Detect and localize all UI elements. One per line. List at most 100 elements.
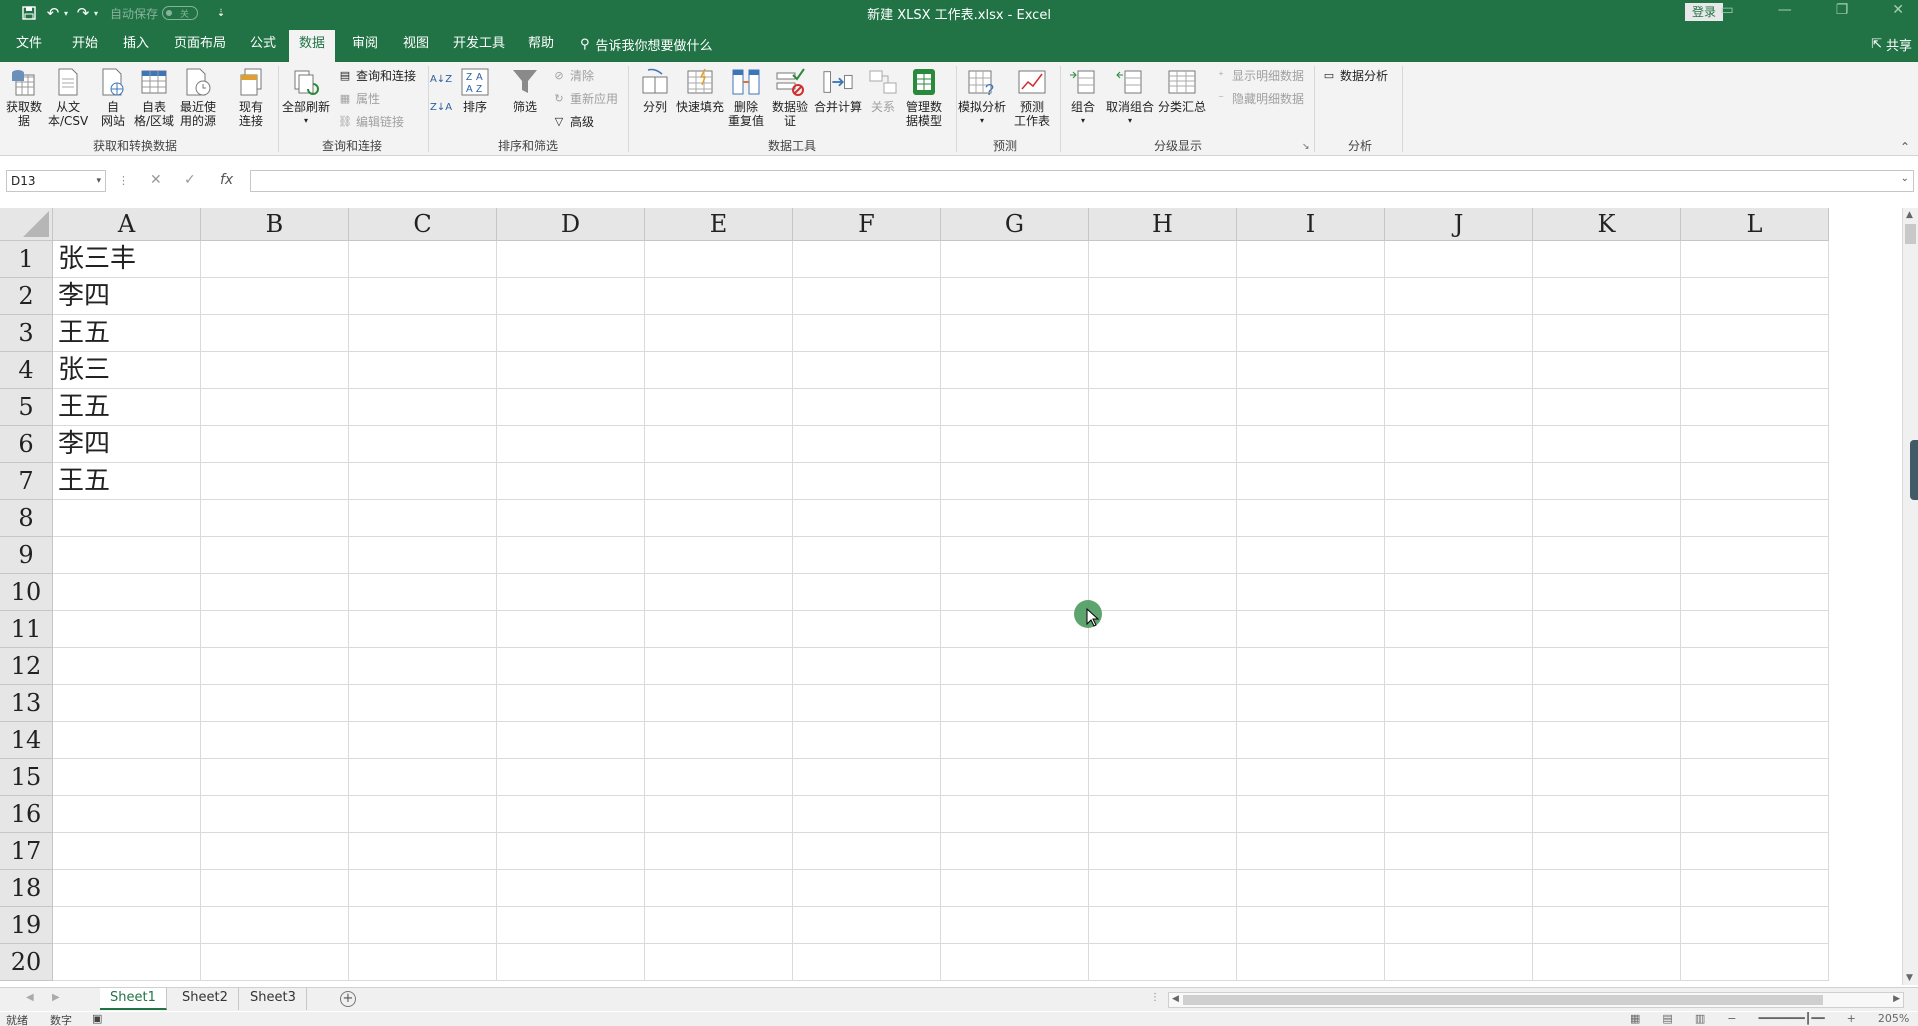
cell-E18[interactable] <box>645 870 793 907</box>
column-header[interactable]: K <box>1533 208 1681 241</box>
row-header[interactable]: 17 <box>0 833 53 870</box>
cell-E16[interactable] <box>645 796 793 833</box>
row-header[interactable]: 6 <box>0 426 53 463</box>
cell-F13[interactable] <box>793 685 941 722</box>
filter-button[interactable]: 筛选 <box>510 66 540 114</box>
data-validation-button[interactable]: 数据验 证 <box>772 66 808 128</box>
cell-A5[interactable]: 王五 <box>53 389 201 426</box>
cell-D7[interactable] <box>497 463 645 500</box>
cell-G5[interactable] <box>941 389 1089 426</box>
cell-F15[interactable] <box>793 759 941 796</box>
relationships-button[interactable]: 关系 <box>868 66 898 114</box>
ungroup-button[interactable]: 取消组合 ▾ <box>1106 66 1154 128</box>
row-header[interactable]: 10 <box>0 574 53 611</box>
cell-B13[interactable] <box>201 685 349 722</box>
cell-C5[interactable] <box>349 389 497 426</box>
cell-I20[interactable] <box>1237 944 1385 981</box>
cell-K5[interactable] <box>1533 389 1681 426</box>
cell-A14[interactable] <box>53 722 201 759</box>
cell-I4[interactable] <box>1237 352 1385 389</box>
cell-L20[interactable] <box>1681 944 1829 981</box>
side-panel-handle[interactable] <box>1910 440 1918 500</box>
row-header[interactable]: 4 <box>0 352 53 389</box>
cell-E1[interactable] <box>645 241 793 278</box>
cell-A16[interactable] <box>53 796 201 833</box>
cell-H4[interactable] <box>1089 352 1237 389</box>
advanced-filter-button[interactable]: ▽ 高级 <box>552 112 594 130</box>
cell-D20[interactable] <box>497 944 645 981</box>
row-header[interactable]: 20 <box>0 944 53 981</box>
cell-G2[interactable] <box>941 278 1089 315</box>
existing-connections-button[interactable]: 现有 连接 <box>236 66 266 128</box>
ribbon-display-icon[interactable]: ▭ <box>1720 2 1733 18</box>
cell-B12[interactable] <box>201 648 349 685</box>
row-header[interactable]: 12 <box>0 648 53 685</box>
tab-splitter-icon[interactable]: ⋮ <box>1150 992 1160 1003</box>
cell-G14[interactable] <box>941 722 1089 759</box>
cell-B11[interactable] <box>201 611 349 648</box>
cell-K1[interactable] <box>1533 241 1681 278</box>
column-header[interactable]: L <box>1681 208 1829 241</box>
cell-A20[interactable] <box>53 944 201 981</box>
cell-I14[interactable] <box>1237 722 1385 759</box>
cell-K17[interactable] <box>1533 833 1681 870</box>
cell-B10[interactable] <box>201 574 349 611</box>
cell-C9[interactable] <box>349 537 497 574</box>
cell-E15[interactable] <box>645 759 793 796</box>
cell-F10[interactable] <box>793 574 941 611</box>
row-header[interactable]: 11 <box>0 611 53 648</box>
prev-sheet-icon[interactable]: ◀ <box>26 992 34 1003</box>
cell-L15[interactable] <box>1681 759 1829 796</box>
cell-B17[interactable] <box>201 833 349 870</box>
flash-fill-button[interactable]: 快速填充 <box>676 66 724 114</box>
cell-G8[interactable] <box>941 500 1089 537</box>
cell-C16[interactable] <box>349 796 497 833</box>
cell-F3[interactable] <box>793 315 941 352</box>
cell-C14[interactable] <box>349 722 497 759</box>
cell-C15[interactable] <box>349 759 497 796</box>
macro-record-icon[interactable]: ▣ <box>92 1012 102 1025</box>
ungroup-dropdown-icon[interactable]: ▾ <box>1128 114 1132 128</box>
cell-I13[interactable] <box>1237 685 1385 722</box>
cell-A18[interactable] <box>53 870 201 907</box>
zoom-out-icon[interactable]: − <box>1727 1012 1736 1025</box>
column-header[interactable]: A <box>53 208 201 241</box>
cell-G12[interactable] <box>941 648 1089 685</box>
cell-C10[interactable] <box>349 574 497 611</box>
cell-L4[interactable] <box>1681 352 1829 389</box>
zoom-level[interactable]: 205% <box>1878 1012 1909 1025</box>
cell-L1[interactable] <box>1681 241 1829 278</box>
cell-I8[interactable] <box>1237 500 1385 537</box>
row-header[interactable]: 5 <box>0 389 53 426</box>
cell-D16[interactable] <box>497 796 645 833</box>
cell-F14[interactable] <box>793 722 941 759</box>
cell-D6[interactable] <box>497 426 645 463</box>
tab-data[interactable]: 数据 <box>289 30 336 62</box>
cell-K4[interactable] <box>1533 352 1681 389</box>
cell-A2[interactable]: 李四 <box>53 278 201 315</box>
cell-I15[interactable] <box>1237 759 1385 796</box>
cell-K11[interactable] <box>1533 611 1681 648</box>
cell-G18[interactable] <box>941 870 1089 907</box>
cell-G13[interactable] <box>941 685 1089 722</box>
remove-duplicates-button[interactable]: 删除 重复值 <box>728 66 764 128</box>
tab-help[interactable]: 帮助 <box>528 34 554 62</box>
next-sheet-icon[interactable]: ▶ <box>52 992 60 1003</box>
cell-F19[interactable] <box>793 907 941 944</box>
cell-D5[interactable] <box>497 389 645 426</box>
column-header[interactable]: B <box>201 208 349 241</box>
cell-K19[interactable] <box>1533 907 1681 944</box>
cell-J4[interactable] <box>1385 352 1533 389</box>
cell-J7[interactable] <box>1385 463 1533 500</box>
cell-I2[interactable] <box>1237 278 1385 315</box>
cell-K14[interactable] <box>1533 722 1681 759</box>
cell-I17[interactable] <box>1237 833 1385 870</box>
cell-K16[interactable] <box>1533 796 1681 833</box>
cell-B19[interactable] <box>201 907 349 944</box>
manage-data-model-button[interactable]: 管理数 据模型 <box>906 66 942 128</box>
sort-descending-button[interactable]: Z↓A <box>430 98 452 116</box>
login-button[interactable]: 登录 <box>1685 3 1723 21</box>
cell-L6[interactable] <box>1681 426 1829 463</box>
cell-F20[interactable] <box>793 944 941 981</box>
cell-I19[interactable] <box>1237 907 1385 944</box>
